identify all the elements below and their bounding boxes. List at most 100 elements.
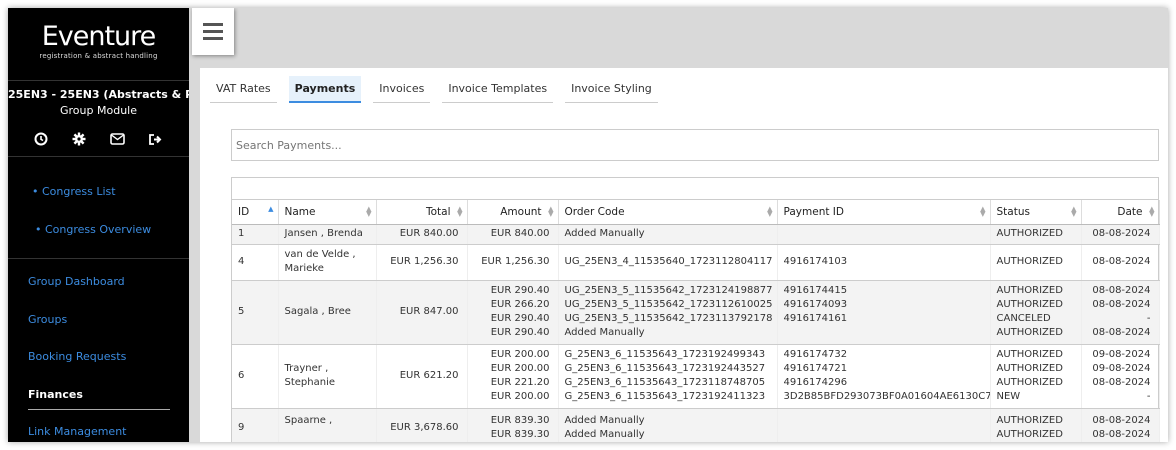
column-header-total[interactable]: Total ▲ ▼ [376, 200, 468, 225]
cell-name-line: van de Velde , [284, 249, 356, 260]
cell-amount-line: EUR 840.00 [490, 228, 550, 239]
cell-name-line: Spaarne , [284, 415, 333, 426]
column-header-id[interactable]: ID ▲ [232, 200, 279, 225]
cell-date-line: - [1146, 391, 1151, 402]
cell-id: 5 [232, 280, 279, 345]
column-header-date[interactable]: Date ▲ ▼ [1081, 200, 1160, 225]
sign-out-icon[interactable] [146, 131, 164, 147]
cell-amount-line: EUR 290.40 [490, 327, 550, 338]
cell-date: 08-08-2024 08-08-2024 [1081, 408, 1160, 442]
table-row[interactable]: 1 Jansen , Brenda EUR 840.00 EUR 840.00 Adde… [232, 224, 1160, 245]
column-header-status[interactable]: Status ▲ ▼ [990, 200, 1082, 225]
cell-status-line: AUTHORIZED [996, 299, 1063, 310]
column-header-amount[interactable]: Amount ▲ ▼ [467, 200, 559, 225]
table-row[interactable]: 5 Sagala , Bree EUR 847.00 EUR 290.40 EUR 26… [232, 280, 1160, 345]
cell-status: AUTHORIZED [990, 244, 1082, 281]
table-row[interactable]: 6 Trayner , Stephanie EUR 621.20 EUR 200.00 E… [232, 344, 1160, 409]
cell-order-code: Added Manually Added Manually [558, 408, 778, 442]
cell-order-code: G_25EN3_6_11535643_1723192499343 G_25EN3_… [558, 344, 778, 409]
tab-vat-rates[interactable]: VAT Rates [210, 76, 277, 103]
nav-booking-requests[interactable]: Booking Requests [28, 350, 126, 363]
cell-order-code: UG_25EN3_5_11535642_1723124198877 UG_25EN… [558, 280, 778, 345]
cell-status: AUTHORIZED AUTHORIZED AUTHORIZED NEW [990, 344, 1082, 409]
cell-payment-id-line: 4916174103 [783, 256, 848, 267]
eventure-logo[interactable]: Eventure registration & abstract handlin… [8, 21, 189, 61]
cell-order-code-line: UG_25EN3_5_11535642_1723124198877 [564, 285, 773, 296]
cell-status-line: AUTHORIZED [996, 349, 1063, 360]
cell-name-line: Trayner , [284, 363, 329, 374]
cell-name-line: Marieke [284, 263, 324, 274]
cell-payment-id-line: 4916174721 [783, 363, 848, 374]
cell-id: 1 [232, 224, 279, 245]
search-payments-input[interactable] [231, 129, 1159, 161]
envelope-icon[interactable] [108, 131, 126, 147]
cell-amount-line: EUR 200.00 [490, 391, 550, 402]
nav-congress-overview[interactable]: • Congress Overview [35, 223, 151, 236]
tab-invoice-templates[interactable]: Invoice Templates [442, 76, 554, 103]
table-row[interactable]: 9 Spaarne , EUR 3,678.60 EUR 839.30 EUR 839… [232, 408, 1160, 442]
nav-link-management[interactable]: Link Management [28, 425, 126, 438]
cell-date-line: 08-08-2024 [1092, 285, 1151, 296]
tab-invoices[interactable]: Invoices [373, 76, 431, 103]
column-header-name[interactable]: Name ▲ ▼ [278, 200, 377, 225]
logo-wordmark: Eventure [41, 21, 157, 52]
app-window: Eventure registration & abstract handlin… [8, 8, 1168, 442]
main-panel: VAT Rates Payments Invoices Invoice Templat… [200, 68, 1168, 442]
hamburger-menu-button[interactable] [192, 8, 234, 55]
cell-order-code-line: UG_25EN3_5_11535642_1723112610025 [564, 299, 773, 310]
tab-invoice-styling[interactable]: Invoice Styling [565, 76, 658, 103]
cell-amount-line: EUR 200.00 [490, 349, 550, 360]
cell-order-code-line: Added Manually [564, 415, 645, 426]
sidebar-divider [8, 80, 189, 81]
table-header-row: ID ▲ Name ▲ ▼ Total ▲ ▼ Amount ▲ ▼ Order Code ▲ ▼… [232, 200, 1160, 225]
cell-order-code-line: Added Manually [564, 228, 645, 239]
cell-id: 6 [232, 344, 279, 409]
header-label: Status [996, 205, 1030, 218]
nav-group-dashboard[interactable]: Group Dashboard [28, 275, 125, 288]
active-nav-underline [28, 409, 170, 410]
cell-date: 08-08-2024 08-08-2024 - 08-08-2024 [1081, 280, 1160, 345]
gear-icon[interactable] [70, 131, 88, 147]
cell-payment-id-line: 4916174093 [783, 299, 848, 310]
cell-date: 09-08-2024 09-08-2024 08-08-2024 - [1081, 344, 1160, 409]
cell-amount-line: EUR 839.30 [490, 415, 550, 426]
table-row[interactable]: 4 van de Velde , Marieke EUR 1,256.30 EUR 1,… [232, 244, 1160, 281]
cell-amount-line: EUR 200.00 [490, 363, 550, 374]
sidebar-divider [8, 258, 189, 259]
sort-icon: ▲ ▼ [1071, 205, 1077, 218]
cell-amount-line: EUR 839.30 [490, 429, 550, 440]
congress-title: 25EN3 - 25EN3 (Abstracts & Partic... [8, 88, 189, 101]
clock-icon[interactable] [32, 131, 50, 147]
cell-name: Trayner , Stephanie [278, 344, 377, 409]
header-label: Order Code [564, 205, 625, 218]
nav-finances[interactable]: Finances [28, 388, 83, 401]
nav-groups[interactable]: Groups [28, 313, 67, 326]
column-header-payment-id[interactable]: Payment ID ▲ ▼ [777, 200, 991, 225]
column-header-order-code[interactable]: Order Code ▲ ▼ [558, 200, 778, 225]
sort-asc-icon: ▲ [268, 205, 274, 213]
cell-order-code-line: UG_25EN3_4_11535640_1723112804117 [564, 256, 773, 267]
cell-order-code: UG_25EN3_4_11535640_1723112804117 [558, 244, 778, 281]
cell-payment-id: 4916174415 4916174093 4916174161 [777, 280, 991, 345]
cell-status-line: CANCELED [996, 313, 1051, 324]
tab-payments[interactable]: Payments [288, 76, 362, 103]
cell-status-line: AUTHORIZED [996, 429, 1063, 440]
nav-congress-list[interactable]: • Congress List [32, 185, 116, 198]
cell-payment-id-line: 4916174415 [783, 285, 848, 296]
cell-order-code: Added Manually [558, 224, 778, 245]
cell-amount: EUR 200.00 EUR 200.00 EUR 221.20 EUR 200.00 [467, 344, 559, 409]
cell-status-line: AUTHORIZED [996, 415, 1063, 426]
hamburger-icon-bar [203, 37, 223, 40]
cell-payment-id-line: 4916174732 [783, 349, 848, 360]
cell-payment-id-line: 4916174161 [783, 313, 848, 324]
cell-date-line: 08-08-2024 [1092, 327, 1151, 338]
cell-status-line: AUTHORIZED [996, 327, 1063, 338]
cell-status: AUTHORIZED [990, 224, 1082, 245]
cell-order-code-line: UG_25EN3_5_11535642_1723113792178 [564, 313, 773, 324]
cell-payment-id: 4916174732 4916174721 4916174296 3D2B85BFD2… [777, 344, 991, 409]
cell-payment-id-line [784, 227, 984, 241]
cell-order-code-line: Added Manually [564, 429, 645, 440]
cell-payment-id-line [784, 414, 984, 428]
sort-icon: ▲ ▼ [548, 205, 554, 218]
cell-amount-line: EUR 1,256.30 [481, 256, 550, 267]
